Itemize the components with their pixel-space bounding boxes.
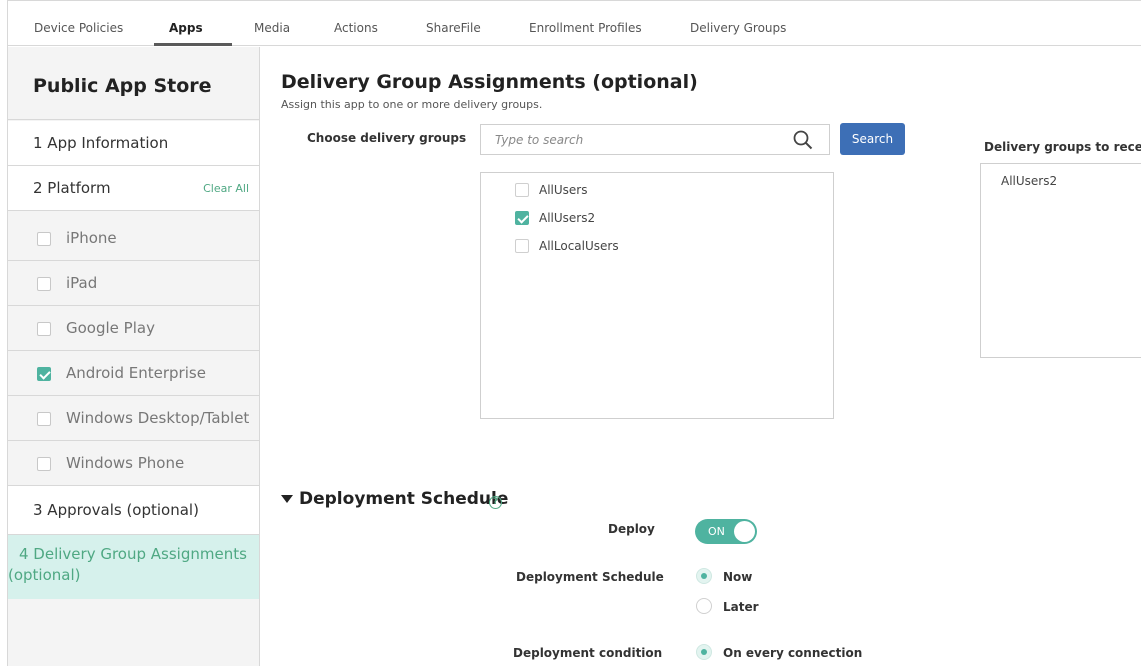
help-icon[interactable]: ? xyxy=(489,496,502,509)
page-title: Delivery Group Assignments (optional) xyxy=(281,71,698,93)
tab-media[interactable]: Media xyxy=(254,21,290,35)
deploy-label: Deploy xyxy=(608,522,655,536)
deploy-toggle[interactable]: ON xyxy=(695,519,757,544)
choose-delivery-groups-label: Choose delivery groups xyxy=(307,131,467,145)
group-item-allusers2[interactable]: AllUsers2 xyxy=(515,209,815,227)
platform-ipad[interactable]: iPad xyxy=(8,261,259,306)
radio-later[interactable] xyxy=(696,598,712,614)
platform-windows-desktop-tablet[interactable]: Windows Desktop/Tablet xyxy=(8,396,259,441)
group-label: AllUsers2 xyxy=(539,211,596,225)
platform-label: iPad xyxy=(66,274,98,292)
sidebar-title: Public App Store xyxy=(8,47,259,120)
sidebar-step-delivery-group-assignments[interactable]: 4 Delivery Group Assignments (optional) xyxy=(8,535,259,599)
active-tab-indicator xyxy=(154,43,232,46)
sidebar-step-approvals[interactable]: 3 Approvals (optional) xyxy=(8,486,259,535)
delivery-group-search xyxy=(480,124,830,155)
platform-checkbox[interactable] xyxy=(37,232,51,246)
sidebar-title-text: Public App Store xyxy=(33,75,212,97)
delivery-group-list: AllUsers AllUsers2 AllLocalUsers xyxy=(480,172,834,419)
tab-actions[interactable]: Actions xyxy=(334,21,378,35)
tab-enrollment-profiles[interactable]: Enrollment Profiles xyxy=(529,21,642,35)
page-subtitle: Assign this app to one or more delivery … xyxy=(281,98,543,111)
radio-every-connection-label[interactable]: On every connection xyxy=(723,646,862,660)
deployment-schedule-label: Deployment Schedule xyxy=(516,570,664,584)
platform-checkbox[interactable] xyxy=(37,322,51,336)
radio-now-selected[interactable] xyxy=(696,568,712,584)
clear-all-link[interactable]: Clear All xyxy=(203,182,249,195)
group-checkbox[interactable] xyxy=(515,239,529,253)
search-button[interactable]: Search xyxy=(840,123,905,155)
step-label-continued: (optional) xyxy=(8,566,81,584)
tab-apps[interactable]: Apps xyxy=(169,21,203,35)
step-label: 3 Approvals (optional) xyxy=(33,501,199,519)
radio-now-label[interactable]: Now xyxy=(723,570,752,584)
toggle-state-text: ON xyxy=(708,525,725,538)
receive-groups-label: Delivery groups to receive xyxy=(984,140,1141,154)
step-label: 1 App Information xyxy=(33,134,169,152)
deployment-condition-label: Deployment condition xyxy=(513,646,663,660)
platform-label: Google Play xyxy=(66,319,155,337)
group-item-allusers[interactable]: AllUsers xyxy=(515,181,815,199)
receive-groups-list: AllUsers2 xyxy=(980,163,1141,358)
group-label: AllUsers xyxy=(539,183,588,197)
platform-label: iPhone xyxy=(66,229,117,247)
receive-group-item[interactable]: AllUsers2 xyxy=(1001,174,1057,188)
platform-label: Windows Phone xyxy=(66,454,185,472)
sidebar-step-app-information[interactable]: 1 App Information xyxy=(8,121,259,166)
radio-every-connection-selected[interactable] xyxy=(696,644,712,660)
step-label: 4 Delivery Group Assignments xyxy=(19,545,247,563)
platform-google-play[interactable]: Google Play xyxy=(8,306,259,351)
toggle-knob xyxy=(734,521,755,542)
platform-windows-phone[interactable]: Windows Phone xyxy=(8,441,259,486)
platform-label: Windows Desktop/Tablet xyxy=(66,409,250,427)
group-checkbox[interactable] xyxy=(515,183,529,197)
platform-label: Android Enterprise xyxy=(66,364,206,382)
platform-checkbox[interactable] xyxy=(37,457,51,471)
wizard-sidebar: Public App Store 1 App Information 2 Pla… xyxy=(8,47,260,666)
group-item-alllocalusers[interactable]: AllLocalUsers xyxy=(515,237,815,255)
group-checkbox-checked[interactable] xyxy=(515,211,529,225)
platform-checkbox[interactable] xyxy=(37,412,51,426)
platform-checkbox-checked[interactable] xyxy=(37,367,51,381)
platform-android-enterprise[interactable]: Android Enterprise xyxy=(8,351,259,396)
radio-later-label[interactable]: Later xyxy=(723,600,759,614)
top-tab-bar: Device Policies Apps Media Actions Share… xyxy=(8,0,1141,46)
tab-sharefile[interactable]: ShareFile xyxy=(426,21,481,35)
tab-device-policies[interactable]: Device Policies xyxy=(34,21,123,35)
tab-delivery-groups[interactable]: Delivery Groups xyxy=(690,21,786,35)
search-input[interactable] xyxy=(481,125,781,154)
sidebar-step-platform[interactable]: 2 Platform Clear All xyxy=(8,166,259,211)
search-icon[interactable] xyxy=(792,129,814,151)
platform-iphone[interactable]: iPhone xyxy=(8,216,259,261)
collapse-caret-icon[interactable] xyxy=(281,495,293,503)
deployment-schedule-title: Deployment Schedule xyxy=(299,489,509,509)
platform-checkbox[interactable] xyxy=(37,277,51,291)
step-label: 2 Platform xyxy=(33,179,111,197)
group-label: AllLocalUsers xyxy=(539,239,619,253)
